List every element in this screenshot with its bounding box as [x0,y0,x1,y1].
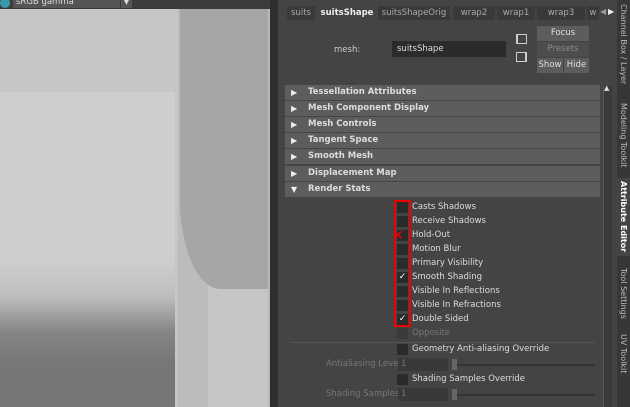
annotation-x-mark: ✕ [392,228,404,244]
expand-arrow-icon: ▶ [291,88,298,97]
render-stat-label: Visible In Reflections [412,286,500,296]
scrollbar[interactable] [603,86,612,407]
shading-samples-override-label: Shading Samples Override [412,374,526,384]
section-tangent-space[interactable]: ▶ Tangent Space [285,133,600,148]
hide-button[interactable]: Hide [564,58,589,73]
antialiasing-level-slider[interactable] [452,364,595,366]
render-stat-label: Motion Blur [412,244,461,254]
focus-button[interactable]: Focus [537,26,589,41]
render-stat-label: Smooth Shading [412,272,483,282]
geometry-aa-override-label: Geometry Anti-aliasing Override [412,344,550,354]
shading-samples-label: Shading Samples [326,389,400,399]
section-tessellation-attributes[interactable]: ▶ Tessellation Attributes [285,85,600,100]
slider-handle[interactable] [452,359,457,370]
tab-suits[interactable]: suits [287,6,315,20]
section-mesh-component-display[interactable]: ▶ Mesh Component Display [285,101,600,116]
viewport-object-right [180,9,270,289]
load-input-icon[interactable] [516,34,527,44]
expand-arrow-icon: ▶ [291,120,298,129]
section-smooth-mesh[interactable]: ▶ Smooth Mesh [285,149,600,164]
render-stat-label: Visible In Refractions [412,300,501,310]
shading-samples-slider[interactable] [452,394,595,396]
section-label: Tangent Space [308,135,379,145]
expand-arrow-icon: ▶ [291,104,298,113]
expand-arrow-icon: ▶ [291,169,298,178]
side-tab-modeling-toolkit[interactable]: Modeling Toolkit [617,100,630,170]
render-stat-label: Casts Shadows [412,202,477,212]
side-tab-tool-settings[interactable]: Tool Settings [617,262,630,324]
antialiasing-level-field[interactable]: 1 [398,358,448,371]
geometry-aa-override-checkbox[interactable] [397,344,408,355]
scroll-up-icon[interactable]: ▲ [604,84,609,92]
color-space-dropdown[interactable]: sRGB gamma [13,0,120,8]
render-stat-label: Receive Shadows [412,216,486,226]
shading-samples-override-checkbox[interactable] [397,374,408,385]
highlight-annotation [394,200,411,327]
render-stat-checkbox[interactable] [397,328,408,339]
shading-samples-field[interactable]: 1 [398,388,448,401]
expand-arrow-icon: ▶ [291,152,298,161]
render-stat-label: Hold-Out [412,230,451,240]
tab-suitsshapeorig[interactable]: suitsShapeOrig [378,6,450,20]
side-tab-uv-toolkit[interactable]: UV Toolkit [617,328,630,380]
viewport-object-left [0,92,175,407]
mesh-label: mesh: [334,45,361,55]
render-stat-label: Primary Visibility [412,258,484,268]
section-label: Mesh Controls [308,119,377,129]
presets-button[interactable]: Presets [537,42,589,57]
mesh-name-field[interactable]: suitsShape [392,41,506,57]
section-mesh-controls[interactable]: ▶ Mesh Controls [285,117,600,132]
side-tab-strip: Channel Box / Layer Editor Modeling Tool… [617,0,630,407]
section-label: Tessellation Attributes [308,87,417,97]
tab-truncated[interactable]: w [587,6,599,20]
render-stat-label: Double Sided [412,314,469,324]
section-label: Mesh Component Display [308,103,430,113]
panel-divider[interactable] [270,0,278,407]
section-label: Render Stats [308,184,371,194]
side-tab-channel-box[interactable]: Channel Box / Layer Editor [617,0,630,88]
tab-scroll-right-icon[interactable]: ▶ [608,7,614,16]
tab-suitsshape[interactable]: suitsShape [318,6,376,20]
tab-wrap1[interactable]: wrap1 [497,6,535,20]
section-label: Smooth Mesh [308,151,374,161]
viewport[interactable]: sRGB gamma ▼ [0,0,270,407]
slider-handle[interactable] [452,389,457,400]
load-output-icon[interactable] [516,52,527,62]
antialiasing-level-label: Antialiasing Level [326,359,401,369]
show-button[interactable]: Show [537,58,563,73]
chevron-down-icon[interactable]: ▼ [120,0,132,8]
tab-scroll-left-icon[interactable]: ◀ [600,7,606,16]
section-displacement-map[interactable]: ▶ Displacement Map [285,166,600,181]
tab-wrap2[interactable]: wrap2 [453,6,495,20]
collapse-arrow-icon: ▼ [291,185,298,194]
render-stat-label: Opposite [412,328,451,338]
expand-arrow-icon: ▶ [291,136,298,145]
separator [290,342,595,343]
section-render-stats[interactable]: ▼ Render Stats [285,182,600,197]
section-label: Displacement Map [308,168,397,178]
tab-wrap3[interactable]: wrap3 [537,6,585,20]
side-tab-attribute-editor[interactable]: Attribute Editor [617,178,630,256]
